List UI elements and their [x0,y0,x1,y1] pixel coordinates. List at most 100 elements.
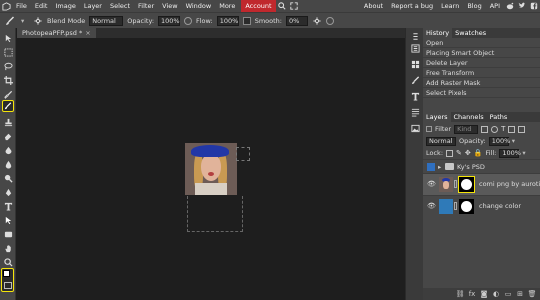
pressure-size-icon[interactable] [325,16,334,25]
menu-window[interactable]: Window [182,0,216,12]
lasso-tool-icon[interactable] [2,60,14,72]
filter-type-icon[interactable]: T [501,125,505,133]
paragraph-panel-icon[interactable] [409,106,421,118]
layer-effects-icon[interactable]: fx [468,290,476,298]
document-tab-close-icon[interactable]: × [85,29,90,37]
tab-history[interactable]: History [423,28,453,38]
group-expand-icon[interactable]: ▸ [438,163,441,171]
menu-view[interactable]: View [158,0,181,12]
facebook-icon[interactable] [528,0,540,12]
crop-tool-icon[interactable] [2,74,14,86]
marquee-tool-icon[interactable] [2,46,14,58]
opacity-field[interactable]: 100% [158,15,181,26]
history-item[interactable]: Open [423,38,540,48]
brush-settings-icon[interactable] [33,16,43,26]
layer-mask-thumbnail[interactable] [459,199,474,214]
menu-report-bug[interactable]: Report a bug [387,0,437,12]
history-item[interactable]: Add Raster Mask [423,78,540,88]
layer-mask-thumbnail[interactable] [458,176,475,193]
brush-preset-chevron-icon[interactable]: ▾ [21,17,29,25]
blur-tool-icon[interactable] [2,158,14,170]
lock-all-icon[interactable]: 🔒 [474,149,483,157]
menu-image[interactable]: Image [51,0,79,12]
gradient-tool-icon[interactable] [2,144,14,156]
new-layer-icon[interactable]: ⊞ [516,290,524,298]
hand-tool-icon[interactable] [2,242,14,254]
eyedropper-tool-icon[interactable] [2,88,14,100]
tab-swatches[interactable]: Swatches [452,28,489,38]
history-item[interactable]: Placing Smart Object [423,48,540,58]
filter-adjustment-icon[interactable] [491,125,499,133]
lock-move-icon[interactable]: ✥ [465,149,471,157]
swatches-panel-icon[interactable] [409,58,421,70]
layer-opacity-field[interactable]: 100% [488,136,510,146]
menu-blog[interactable]: Blog [463,0,485,12]
brush-tool-button[interactable] [2,100,14,112]
shape-tool-icon[interactable] [2,228,14,240]
menu-learn[interactable]: Learn [437,0,463,12]
image-panel-icon[interactable] [409,122,421,134]
layer-visibility-icon[interactable]: 👁 [427,180,436,188]
menu-filter[interactable]: Filter [134,0,158,12]
history-panel-icon[interactable] [409,42,421,54]
menu-edit[interactable]: Edit [31,0,52,12]
brush-panel-icon[interactable] [409,74,421,86]
layer-row[interactable]: 👁 change color [423,195,540,217]
clone-stamp-tool-icon[interactable] [2,116,14,128]
reddit-icon[interactable] [504,0,516,12]
smooth-settings-icon[interactable] [312,16,322,26]
history-item[interactable]: Free Transform [423,68,540,78]
lock-paint-icon[interactable]: ✎ [456,149,462,157]
color-swatches[interactable] [1,268,14,292]
menu-about[interactable]: About [360,0,387,12]
fill-chevron-icon[interactable]: ▾ [522,149,525,157]
smooth-field[interactable]: 0% [285,15,308,26]
layer-row[interactable]: 👁 comi png by aurotinyi [423,173,540,195]
dodge-tool-icon[interactable] [2,172,14,184]
canvas-area[interactable] [17,38,405,300]
pressure-opacity-icon[interactable] [184,16,193,25]
link-layers-icon[interactable]: ⛓ [456,290,465,298]
twitter-icon[interactable] [516,0,528,12]
group-visibility-icon[interactable] [427,163,435,171]
filter-pixel-icon[interactable] [481,125,489,133]
menu-file[interactable]: File [12,0,31,12]
collapse-panels-icon[interactable] [409,30,421,42]
airbrush-checkbox[interactable] [242,16,251,25]
brush-tool-icon[interactable] [3,15,17,27]
add-mask-icon[interactable]: ◙ [480,290,488,298]
pen-tool-icon[interactable] [2,186,14,198]
menu-api[interactable]: API [486,0,504,12]
layer-mask-link-icon[interactable] [454,202,457,210]
document-tab[interactable]: PhotopeaPFP.psd * × [17,28,96,38]
foreground-color-swatch[interactable] [3,270,10,277]
menu-select[interactable]: Select [106,0,134,12]
history-item[interactable]: Delete Layer [423,58,540,68]
delete-layer-icon[interactable]: 🗑 [528,290,537,298]
layer-visibility-icon[interactable]: 👁 [427,202,436,210]
search-icon[interactable] [276,0,288,12]
photopea-logo-icon[interactable] [0,0,12,12]
history-item[interactable]: Select Pixels [423,88,540,98]
layer-group-row[interactable]: ▸ Ky's PSD [423,159,540,173]
kind-select[interactable]: Kind [454,124,479,134]
layer-opacity-chevron-icon[interactable]: ▾ [512,137,515,145]
type-tool-icon[interactable] [2,200,14,212]
menu-more[interactable]: More [215,0,239,12]
lock-transparency-icon[interactable] [446,149,454,157]
path-select-tool-icon[interactable] [2,214,14,226]
layer-mask-link-icon[interactable] [454,180,457,188]
flow-field[interactable]: 100% [216,15,239,26]
fill-field[interactable]: 100% [499,148,521,158]
adjustment-layer-icon[interactable]: ◐ [492,290,500,298]
tab-layers[interactable]: Layers [423,112,451,122]
tab-paths[interactable]: Paths [487,112,511,122]
filter-shape-icon[interactable] [508,125,516,133]
character-panel-icon[interactable] [409,90,421,102]
quick-mask-icon[interactable] [4,282,12,289]
blend-mode-select[interactable]: Normal [89,15,124,26]
fullscreen-icon[interactable] [288,0,300,12]
zoom-tool-icon[interactable] [2,256,14,268]
move-tool-icon[interactable] [2,32,14,44]
new-group-icon[interactable]: ▭ [504,290,512,298]
